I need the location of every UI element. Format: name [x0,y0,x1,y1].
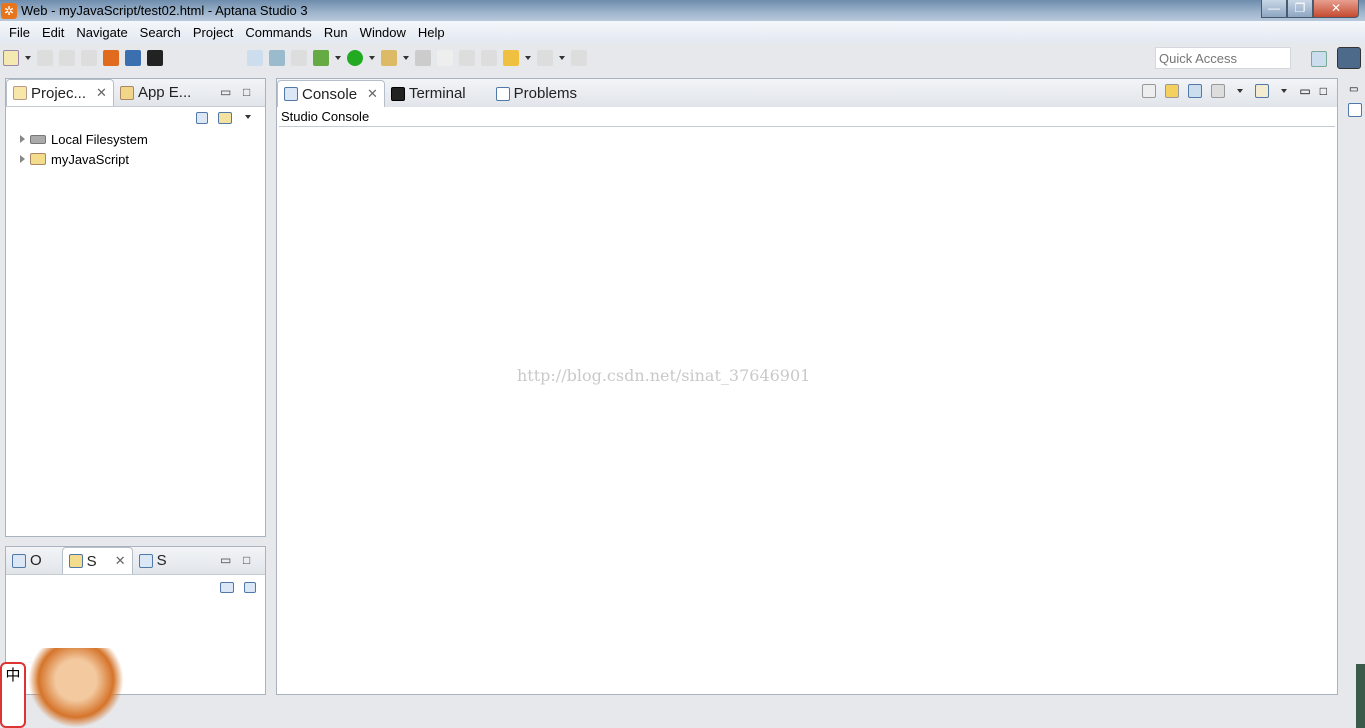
window-title: Web - myJavaScript/test02.html - Aptana … [21,3,308,18]
external-tools-dropdown[interactable] [403,56,409,60]
tab-problems[interactable]: Problems [490,80,583,107]
import-icon[interactable] [220,582,234,593]
skip-breakpoints-icon[interactable] [247,50,263,66]
minimize-view-icon[interactable]: ▭ [1299,84,1310,98]
minimize-button[interactable]: — [1261,0,1287,18]
problems-icon [495,86,510,101]
minimize-view-icon[interactable]: ▭ [220,85,231,99]
terminal-icon [390,86,405,101]
bookmark-icon [138,553,153,568]
copy-icon[interactable] [291,50,307,66]
maximize-view-icon[interactable]: □ [243,85,250,99]
tree-item-myjavascript[interactable]: myJavaScript [20,149,265,169]
tab-outline[interactable]: O [6,547,48,574]
run-icon[interactable] [347,50,363,66]
minimize-view-icon[interactable]: ▭ [220,553,231,567]
open-console-dropdown[interactable] [1281,89,1288,93]
menu-edit[interactable]: Edit [36,25,70,40]
display-console-dropdown[interactable] [1237,89,1244,93]
watermark: http://blog.csdn.net/sinat_37646901 [517,366,811,385]
back-icon[interactable] [503,50,519,66]
debug-dropdown[interactable] [335,56,341,60]
menu-commands[interactable]: Commands [239,25,317,40]
external-tools-icon[interactable] [381,50,397,66]
tab-samples[interactable]: S [133,547,173,574]
project-explorer-panel: Projec... ✕ App E... ▭ □ Local Filesystem… [5,78,266,537]
link-with-editor-icon[interactable] [218,112,232,124]
forward-icon[interactable] [537,50,553,66]
maximize-button[interactable]: ❐ [1287,0,1313,18]
show-view-icon[interactable] [1348,103,1362,117]
scroll-lock-icon[interactable] [1165,84,1180,98]
mascot-image [28,648,124,728]
menu-help[interactable]: Help [412,25,451,40]
pin-icon[interactable] [571,50,587,66]
quick-access-input[interactable] [1155,47,1291,69]
deploy-icon[interactable] [269,50,285,66]
menu-project[interactable]: Project [187,25,239,40]
app-explorer-icon [119,85,134,100]
menu-navigate[interactable]: Navigate [70,25,133,40]
view-menu-icon[interactable] [245,115,251,119]
close-tab-icon[interactable]: ✕ [367,86,378,102]
menu-window[interactable]: Window [354,25,412,40]
run-dropdown[interactable] [369,56,375,60]
side-widget [1356,664,1365,728]
new-icon[interactable] [3,50,19,66]
drive-icon [30,134,46,144]
console-panel: Console ✕ Terminal Problems ▭ □ Studio Co… [276,78,1338,695]
tree-item-local-filesystem[interactable]: Local Filesystem [20,129,265,149]
close-tab-icon[interactable]: ✕ [96,85,107,101]
open-perspective-icon[interactable] [1311,51,1327,67]
project-explorer-icon [13,86,27,100]
console-header: Studio Console [279,107,1335,127]
tab-project-explorer[interactable]: Projec... ✕ [6,79,114,106]
block-selection-icon[interactable] [459,50,475,66]
pin-console-icon[interactable] [1188,84,1203,98]
expand-icon[interactable] [20,155,25,163]
tab-terminal[interactable]: Terminal [385,80,472,107]
close-button[interactable]: ✕ [1313,0,1359,18]
outline-icon [12,553,26,568]
aptana-app-icon: ✲ [1,2,17,19]
terminal-icon[interactable] [147,50,163,66]
pen-icon[interactable] [437,50,453,66]
web-perspective-icon[interactable] [1337,47,1361,69]
tab-app-explorer[interactable]: App E... [114,79,197,106]
project-folder-icon [30,153,46,165]
save-icon[interactable] [37,50,53,66]
tab-snippets[interactable]: S ✕ [61,547,133,574]
title-bar: ✲ Web - myJavaScript/test02.html - Aptan… [0,0,1365,21]
preview-icon[interactable] [125,50,141,66]
maximize-view-icon[interactable]: □ [243,553,250,567]
close-tab-icon[interactable]: ✕ [115,553,126,569]
display-console-icon[interactable] [1211,84,1226,98]
save-all-icon[interactable] [59,50,75,66]
maximize-view-icon[interactable]: □ [1320,84,1327,98]
print-icon[interactable] [81,50,97,66]
forward-dropdown[interactable] [559,56,565,60]
open-folder-icon[interactable] [415,50,431,66]
back-dropdown[interactable] [525,56,531,60]
tab-console[interactable]: Console ✕ [277,80,385,107]
collapse-all-icon[interactable] [196,112,208,124]
ime-toolbar[interactable]: 中 [0,662,26,728]
new-dropdown[interactable] [25,56,31,60]
console-icon [284,87,298,101]
menu-file[interactable]: File [3,25,36,40]
debug-icon[interactable] [313,50,329,66]
console-output[interactable] [277,127,1337,694]
remove-launches-icon[interactable] [1142,84,1157,98]
menu-run[interactable]: Run [318,25,354,40]
open-console-icon[interactable] [1255,84,1270,98]
snippets-icon [68,554,83,568]
show-whitespace-icon[interactable] [481,50,497,66]
collapse-all-icon[interactable] [244,582,256,593]
restore-icon[interactable]: ▭ [1349,84,1358,95]
menu-search[interactable]: Search [134,25,187,40]
expand-icon[interactable] [20,135,25,143]
menu-bar: File Edit Navigate Search Project Comman… [0,21,1365,43]
aptana-home-icon[interactable] [103,50,119,66]
